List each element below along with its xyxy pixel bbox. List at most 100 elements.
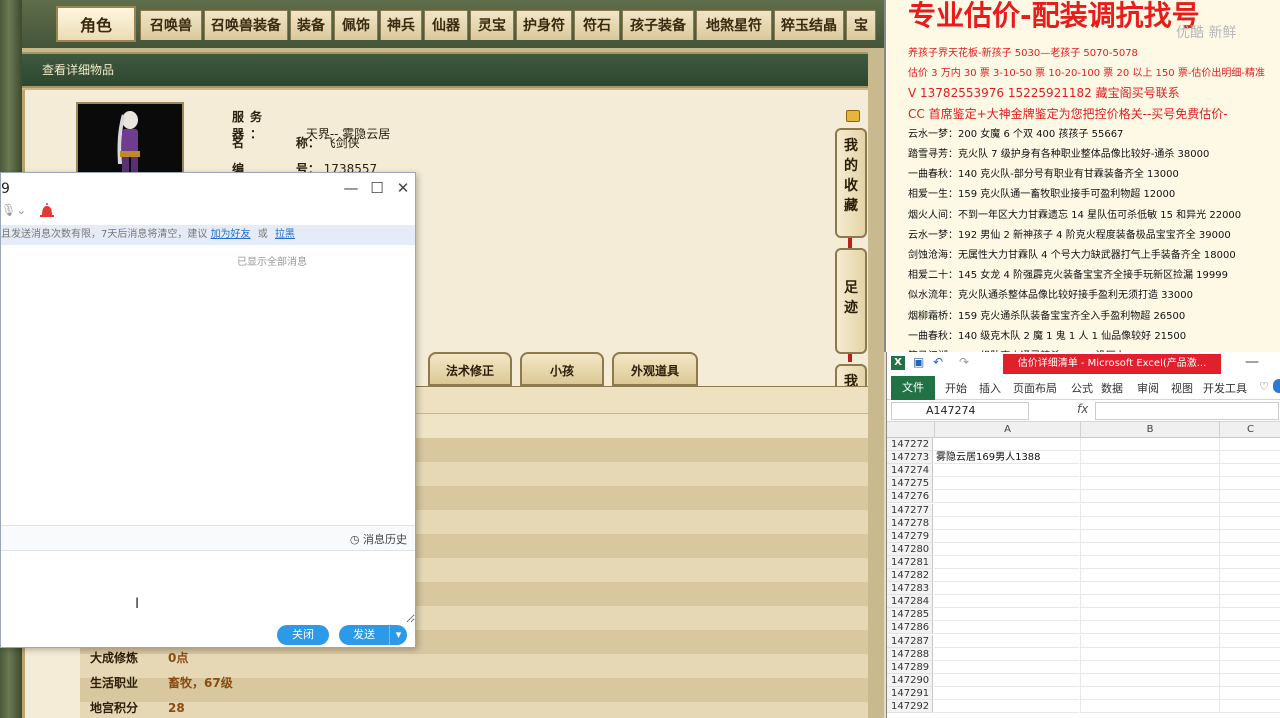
cell-b[interactable] (1080, 621, 1220, 635)
cell-c[interactable] (1219, 490, 1280, 504)
cell-a[interactable] (934, 674, 1079, 687)
cell-b[interactable] (1080, 569, 1220, 582)
cell-a[interactable] (934, 569, 1079, 582)
send-options-dropdown[interactable]: ▾ (389, 625, 407, 645)
close-icon[interactable]: ✕ (391, 177, 415, 199)
cell-c[interactable] (1219, 503, 1280, 517)
row-number[interactable]: 147288 (887, 647, 933, 661)
tab-0[interactable]: 角色 (56, 6, 136, 42)
row-number[interactable]: 147280 (887, 542, 933, 556)
cell-c[interactable] (1219, 555, 1280, 569)
cell-b[interactable] (1080, 673, 1220, 687)
row-number[interactable]: 147291 (887, 686, 933, 700)
tab-3[interactable]: 装备 (290, 10, 332, 40)
cell-b[interactable] (1080, 608, 1220, 622)
cell-c[interactable] (1219, 673, 1280, 687)
cell-c[interactable] (1219, 660, 1280, 674)
minimize-icon[interactable]: — (339, 177, 363, 199)
cell-a[interactable]: 雾隐云居169男人1388 (934, 451, 1079, 465)
cell-b[interactable] (1080, 647, 1220, 661)
cell-c[interactable] (1219, 529, 1280, 543)
ribbon-tab[interactable]: 开发工具 (1203, 380, 1247, 396)
ribbon-tab[interactable]: 公式 (1071, 380, 1093, 396)
row-number[interactable]: 147278 (887, 516, 933, 530)
cell-c[interactable] (1219, 569, 1280, 582)
column-header[interactable]: C (1219, 422, 1280, 438)
cell-a[interactable] (934, 504, 1079, 517)
cell-b[interactable] (1080, 542, 1220, 556)
tab-12[interactable]: 猝玉结晶 (774, 10, 844, 40)
cell-c[interactable] (1219, 438, 1280, 451)
row-number[interactable]: 147290 (887, 673, 933, 687)
cell-c[interactable] (1219, 686, 1280, 700)
name-box[interactable]: A147274 (891, 402, 1029, 420)
close-button[interactable]: 关闭 (277, 625, 329, 645)
row-number[interactable]: 147277 (887, 503, 933, 517)
tab-5[interactable]: 神兵 (380, 10, 422, 40)
message-input[interactable] (1, 553, 415, 623)
cell-c[interactable] (1219, 647, 1280, 661)
row-number[interactable]: 147275 (887, 477, 933, 491)
ribbon-tab[interactable]: 插入 (979, 380, 1001, 396)
cell-a[interactable] (934, 556, 1079, 569)
cell-b[interactable] (1080, 595, 1220, 609)
column-header[interactable]: B (1080, 422, 1219, 438)
subtab-2[interactable]: 外观道具 (612, 352, 698, 386)
cell-a[interactable] (934, 661, 1079, 674)
cell-c[interactable] (1219, 542, 1280, 556)
add-friend-link[interactable]: 加为好友 (211, 229, 251, 240)
row-number[interactable]: 147281 (887, 555, 933, 569)
cell-c[interactable] (1219, 582, 1280, 596)
microphone-icon[interactable]: 🎙⌄ (1, 203, 26, 217)
cell-b[interactable] (1080, 582, 1220, 596)
row-number[interactable]: 147273 (887, 451, 933, 465)
ribbon-tab[interactable]: 开始 (945, 380, 967, 396)
cell-c[interactable] (1219, 464, 1280, 478)
row-number[interactable]: 147289 (887, 660, 933, 674)
row-number[interactable]: 147272 (887, 438, 933, 451)
favorite-star-icon[interactable] (846, 110, 860, 122)
cell-a[interactable] (934, 608, 1079, 622)
cell-a[interactable] (934, 635, 1079, 648)
cell-a[interactable] (934, 621, 1079, 635)
cell-c[interactable] (1219, 477, 1280, 491)
excel-minimize-icon[interactable]: — (1245, 354, 1259, 370)
cell-b[interactable] (1080, 464, 1220, 478)
cell-c[interactable] (1219, 595, 1280, 609)
row-number[interactable]: 147292 (887, 700, 933, 713)
file-tab[interactable]: 文件 (891, 376, 935, 400)
ribbon-tab[interactable]: 页面布局 (1013, 380, 1057, 396)
collapse-icon[interactable]: ♡ (1259, 380, 1269, 393)
cell-a[interactable] (934, 687, 1079, 700)
cell-c[interactable] (1219, 516, 1280, 530)
ribbon-tab[interactable]: 数据 (1101, 380, 1123, 396)
cell-c[interactable] (1219, 451, 1280, 465)
row-number[interactable]: 147276 (887, 490, 933, 504)
formula-input[interactable] (1095, 402, 1279, 420)
tab-6[interactable]: 仙器 (424, 10, 468, 40)
row-number[interactable]: 147274 (887, 464, 933, 478)
row-number[interactable]: 147284 (887, 595, 933, 609)
cell-b[interactable] (1080, 438, 1220, 451)
cell-b[interactable] (1080, 503, 1220, 517)
cell-a[interactable] (934, 477, 1079, 491)
column-header[interactable]: A (934, 422, 1080, 438)
cell-a[interactable] (934, 530, 1079, 543)
tab-9[interactable]: 符石 (574, 10, 620, 40)
cell-a[interactable] (934, 543, 1079, 556)
save-icon[interactable]: ▣ (913, 355, 924, 369)
tab-13[interactable]: 宝 (846, 10, 876, 40)
send-button[interactable]: 发送 (339, 625, 389, 645)
cell-b[interactable] (1080, 451, 1220, 465)
ribbon-tab[interactable]: 审阅 (1137, 380, 1159, 396)
side-button-1[interactable]: 足迹 (835, 248, 867, 354)
tab-1[interactable]: 召唤兽 (140, 10, 202, 40)
tab-7[interactable]: 灵宝 (470, 10, 514, 40)
subtab-1[interactable]: 小孩 (520, 352, 604, 386)
tab-8[interactable]: 护身符 (516, 10, 572, 40)
block-link[interactable]: 拉黑 (275, 229, 295, 240)
row-number[interactable]: 147286 (887, 621, 933, 635)
cell-b[interactable] (1080, 529, 1220, 543)
cell-b[interactable] (1080, 516, 1220, 530)
cell-a[interactable] (934, 700, 1079, 713)
